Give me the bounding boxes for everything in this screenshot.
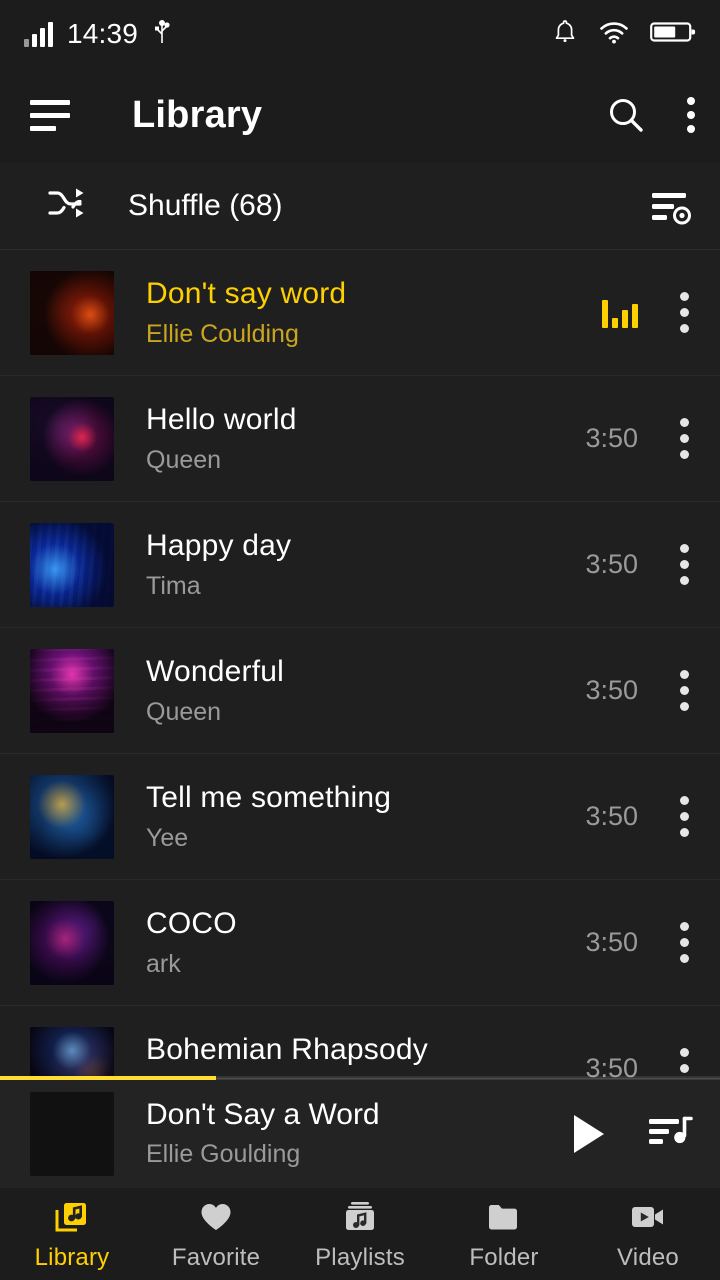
track-duration: 3:50 <box>585 801 638 831</box>
status-bar-left: 14:39 <box>24 18 172 50</box>
bell-icon <box>552 18 578 51</box>
album-art <box>30 522 114 607</box>
table-row[interactable]: Wonderful Queen 3:50 <box>0 628 720 754</box>
track-overflow-icon[interactable] <box>672 916 696 969</box>
track-duration: 3:50 <box>585 549 638 579</box>
track-duration: 3:50 <box>585 423 638 453</box>
battery-icon <box>650 19 696 50</box>
shuffle-label: Shuffle (68) <box>128 188 283 222</box>
track-meta: Happy day Tima <box>146 529 585 601</box>
status-bar-right <box>552 18 696 51</box>
track-title: Bohemian Rhapsody <box>146 1032 428 1066</box>
playback-progress-bar[interactable] <box>0 1076 720 1080</box>
track-meta: Wonderful Queen <box>146 655 585 727</box>
page-title: Library <box>132 93 263 136</box>
track-artist: Yee <box>146 823 189 852</box>
table-row[interactable]: Tell me something Yee 3:50 <box>0 754 720 880</box>
library-music-icon <box>53 1197 91 1237</box>
track-duration: 3:50 <box>585 675 638 705</box>
track-duration: 3:50 <box>585 1053 638 1078</box>
track-overflow-icon[interactable] <box>672 538 696 591</box>
track-meta: Bohemian Rhapsody Queen <box>146 1033 585 1079</box>
shuffle-icon <box>46 185 88 226</box>
app-bar: Library <box>0 68 720 162</box>
playlist-icon <box>341 1197 379 1237</box>
playlist-queue-icon[interactable] <box>646 1109 694 1158</box>
mini-player-actions <box>574 1109 694 1158</box>
nav-label: Favorite <box>171 1243 261 1271</box>
hamburger-menu-icon[interactable] <box>30 99 74 131</box>
table-row[interactable]: COCO ark 3:50 <box>0 880 720 1006</box>
track-title: Wonderful <box>146 654 284 688</box>
nav-label: Playlists <box>315 1243 405 1271</box>
nav-item-favorite[interactable]: Favorite <box>144 1188 288 1280</box>
nav-item-video[interactable]: Video <box>576 1188 720 1280</box>
video-camera-icon <box>627 1197 669 1237</box>
table-row[interactable]: Bohemian Rhapsody Queen 3:50 <box>0 1006 720 1078</box>
track-overflow-icon[interactable] <box>672 412 696 465</box>
album-art <box>30 900 114 985</box>
track-meta: COCO ark <box>146 907 585 979</box>
track-title: Happy day <box>146 528 292 562</box>
mini-player-artist: Ellie Goulding <box>146 1140 301 1168</box>
shuffle-bar[interactable]: Shuffle (68) <box>0 162 720 250</box>
track-meta: Hello world Queen <box>146 403 585 475</box>
track-title: Hello world <box>146 402 297 436</box>
track-overflow-icon[interactable] <box>672 1042 696 1078</box>
sort-view-icon[interactable] <box>648 185 694 227</box>
track-duration: 3:50 <box>585 927 638 957</box>
album-art <box>30 774 114 859</box>
table-row[interactable]: Happy day Tima 3:50 <box>0 502 720 628</box>
track-meta: Tell me something Yee <box>146 781 585 853</box>
table-row[interactable]: Don't say word Ellie Coulding <box>0 250 720 376</box>
play-icon[interactable] <box>574 1114 604 1153</box>
track-overflow-icon[interactable] <box>672 286 696 339</box>
app-bar-actions <box>606 95 696 135</box>
music-player-screen: 14:39 Library Shuffle (68) Don't say wor… <box>0 0 720 1280</box>
more-vertical-icon[interactable] <box>686 97 696 133</box>
status-bar-clock: 14:39 <box>67 18 139 49</box>
nav-label: Folder <box>469 1243 539 1271</box>
equalizer-icon <box>602 298 638 328</box>
track-artist: ark <box>146 949 181 978</box>
album-art <box>30 396 114 481</box>
mini-player-meta: Don't Say a Word Ellie Goulding <box>146 1098 574 1169</box>
mini-player-title: Don't Say a Word <box>146 1098 380 1131</box>
track-title: Tell me something <box>146 780 392 814</box>
nav-item-folder[interactable]: Folder <box>432 1188 576 1280</box>
album-art <box>30 1026 114 1078</box>
track-artist: Queen <box>146 697 222 726</box>
signal-bars-icon <box>24 21 53 47</box>
table-row[interactable]: Hello world Queen 3:50 <box>0 376 720 502</box>
bottom-navigation: Library Favorite Playlists Folder Video <box>0 1188 720 1280</box>
track-artist: Queen <box>146 445 222 474</box>
search-icon[interactable] <box>606 95 646 135</box>
nav-item-playlists[interactable]: Playlists <box>288 1188 432 1280</box>
wifi-icon <box>598 19 630 50</box>
nav-label: Video <box>617 1243 679 1271</box>
track-list: Don't say word Ellie Coulding Hello worl… <box>0 250 720 1078</box>
track-artist: Ellie Coulding <box>146 319 299 348</box>
mini-player[interactable]: Don't Say a Word Ellie Goulding <box>0 1076 720 1188</box>
mini-player-album-art <box>30 1091 114 1176</box>
track-title: Don't say word <box>146 276 347 310</box>
track-meta: Don't say word Ellie Coulding <box>146 277 602 349</box>
track-overflow-icon[interactable] <box>672 790 696 843</box>
album-art <box>30 270 114 355</box>
usb-icon <box>152 19 172 50</box>
status-bar: 14:39 <box>0 0 720 68</box>
track-title: COCO <box>146 906 237 940</box>
album-art <box>30 648 114 733</box>
nav-item-library[interactable]: Library <box>0 1188 144 1280</box>
folder-icon <box>485 1197 523 1237</box>
track-overflow-icon[interactable] <box>672 664 696 717</box>
nav-label: Library <box>34 1243 110 1271</box>
track-artist: Tima <box>146 571 201 600</box>
heart-icon <box>197 1197 235 1237</box>
